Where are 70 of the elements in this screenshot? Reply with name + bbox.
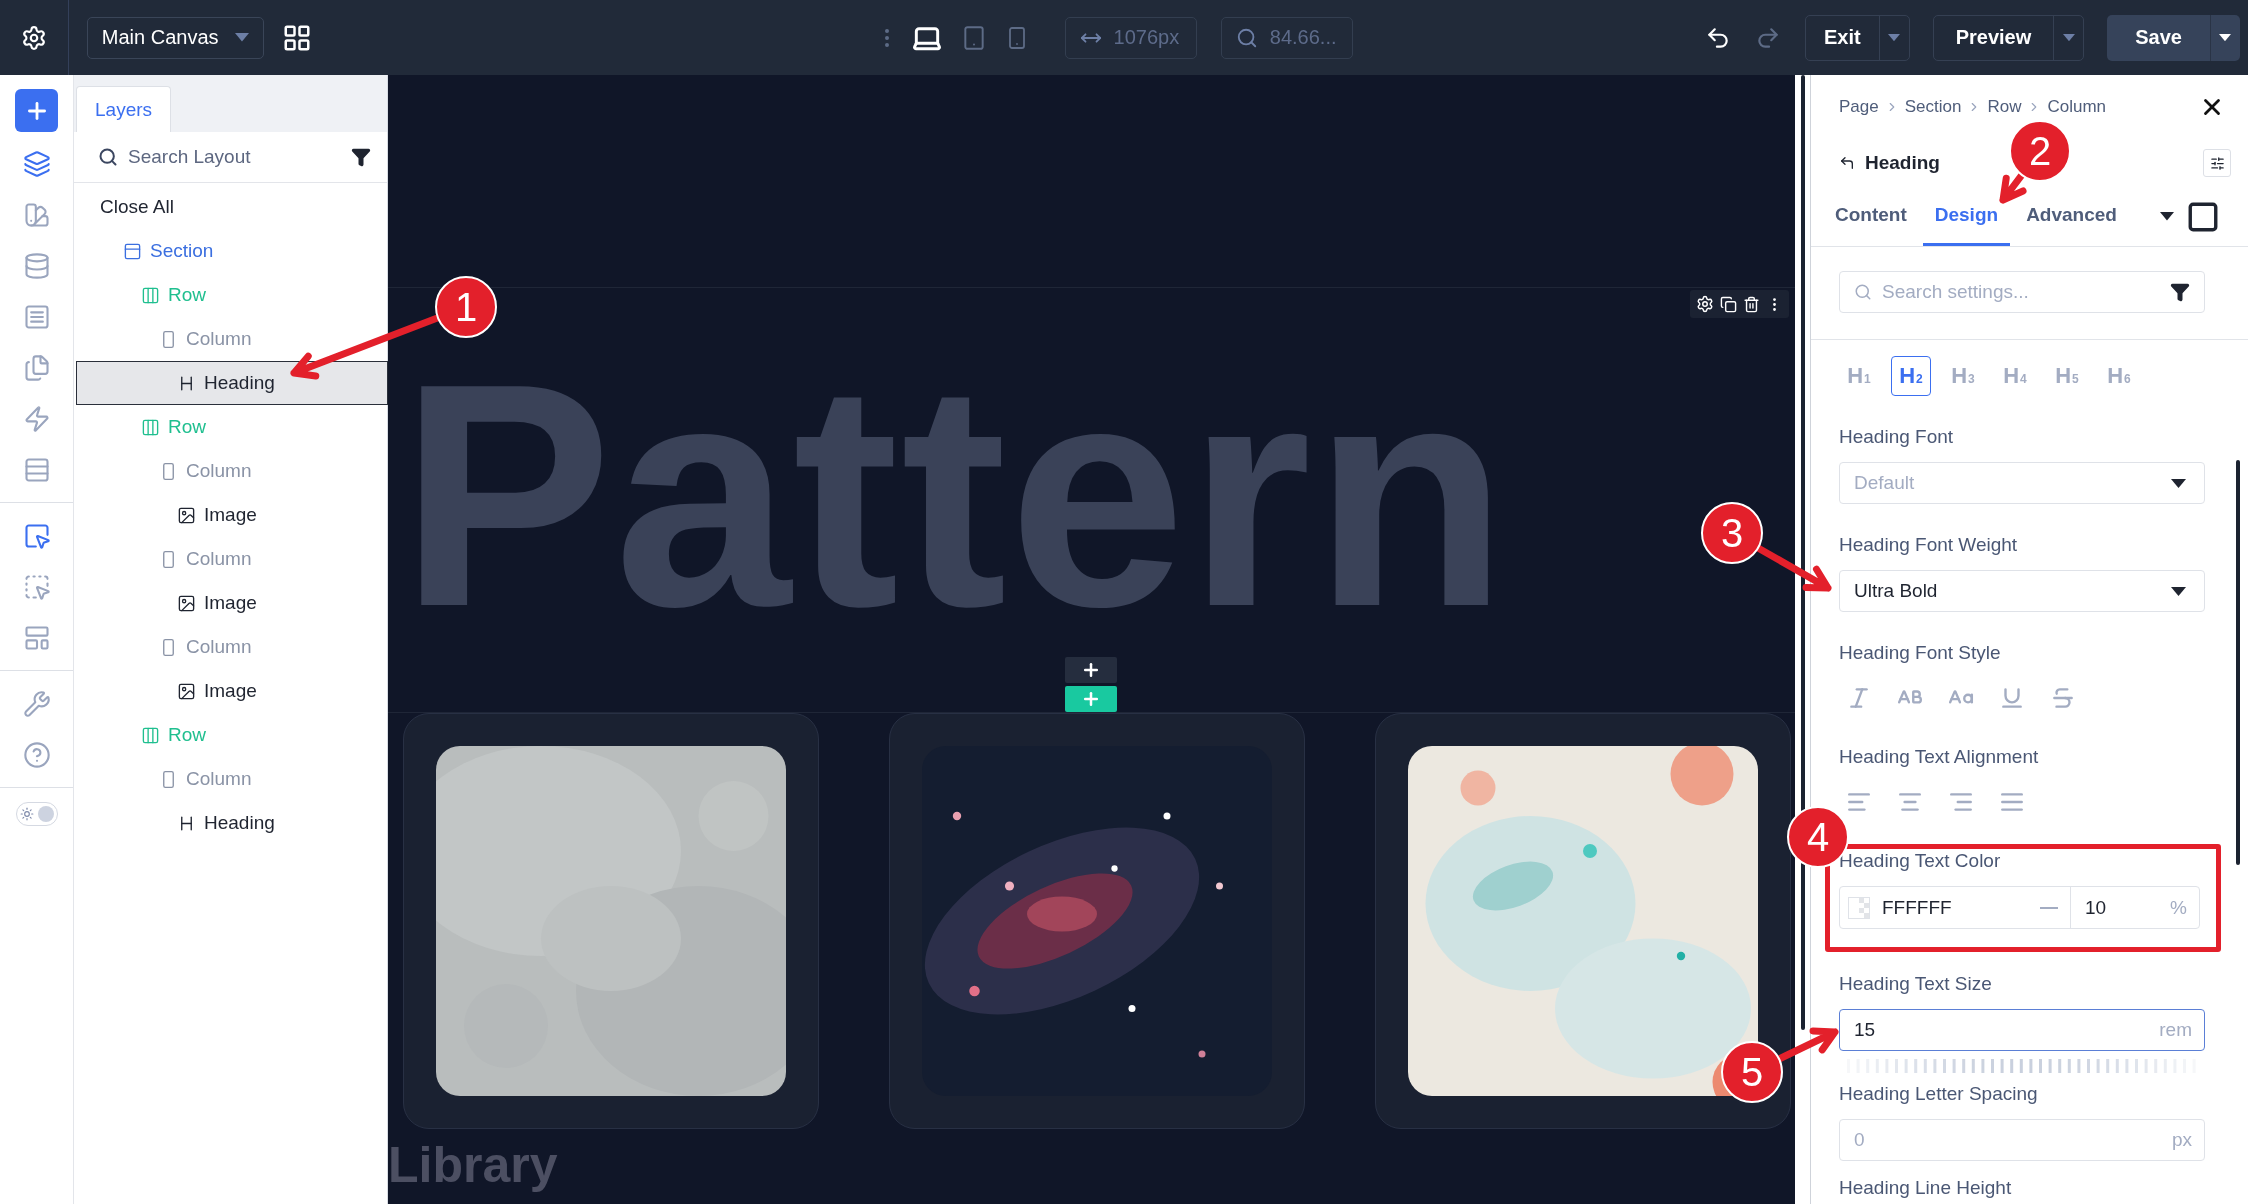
settings-tab[interactable]: Content [1823, 187, 1919, 246]
select-field[interactable]: Ultra Bold [1839, 570, 2205, 612]
field-label: Heading Font Weight [1839, 534, 2019, 556]
layer-item[interactable]: Image [74, 669, 387, 713]
unit-label: px [2171, 1129, 2192, 1151]
breadcrumb-link[interactable]: Column [2047, 97, 2106, 117]
presets-button[interactable] [2203, 149, 2231, 177]
field-label: Heading Font [1839, 426, 1955, 448]
search-icon [1854, 283, 1872, 301]
field-label: Heading Letter Spacing [1839, 1083, 2039, 1105]
add-element-button[interactable] [1065, 657, 1117, 683]
caret-icon [2160, 212, 2174, 221]
columns-icon [141, 725, 160, 745]
canvas-select[interactable]: Main Canvas [86, 16, 264, 59]
transparency-swatch[interactable] [1848, 896, 1870, 919]
layer-item[interactable]: Image [74, 581, 387, 625]
scrollbar-thumb[interactable] [1801, 75, 1805, 1030]
scrollbar-thumb[interactable] [2236, 460, 2240, 865]
caret-icon [2171, 586, 2186, 596]
caret-icon [2219, 33, 2232, 42]
layers-tab[interactable]: Layers [76, 86, 172, 132]
caret-icon [2171, 478, 2186, 488]
caret-icon [234, 33, 249, 42]
sliders-icon [2209, 155, 2225, 171]
settings-search-field[interactable]: Search settings... [1839, 271, 2205, 313]
image-icon [177, 593, 196, 613]
opacity-input[interactable]: 10 [2085, 896, 2171, 919]
caret-icon [1888, 33, 1901, 42]
layer-item[interactable]: Image [74, 493, 387, 537]
number-input[interactable]: 15 [1854, 1019, 2160, 1041]
element-title: Heading [1865, 152, 1940, 174]
close-all-link[interactable]: Close All [74, 185, 387, 229]
plus-icon [1081, 660, 1101, 680]
dash-icon [2040, 906, 2058, 909]
search-icon [1235, 26, 1258, 49]
add-button[interactable] [15, 89, 58, 132]
back-icon[interactable] [1839, 155, 1855, 171]
unit-label: rem [2159, 1019, 2192, 1041]
layer-item[interactable]: Heading [76, 361, 388, 405]
number-input[interactable]: 0 [1854, 1129, 2172, 1151]
sun-icon [19, 807, 34, 821]
settings-tab[interactable]: Advanced [2014, 187, 2129, 246]
number-field[interactable]: 15 rem [1839, 1009, 2205, 1051]
field-label: Heading Font Style [1839, 642, 2002, 664]
unit-label: % [2170, 896, 2187, 919]
breadcrumb-link[interactable]: Section [1904, 97, 1962, 117]
layer-item[interactable]: Heading [74, 801, 387, 845]
copy-icon[interactable] [1720, 295, 1737, 313]
section-heading: Library [388, 1136, 558, 1194]
breadcrumb-link[interactable]: Row [1987, 97, 2022, 117]
trash-icon[interactable] [1743, 295, 1760, 313]
plus-icon [1081, 689, 1101, 709]
filter-icon[interactable] [351, 147, 371, 167]
filter-icon[interactable] [2170, 282, 2190, 302]
settings-tab[interactable]: Design [1922, 187, 2011, 246]
theme-toggle[interactable] [15, 802, 58, 826]
field-label: Heading Text Size [1839, 973, 1993, 995]
hex-input[interactable]: FFFFFF [1882, 896, 2028, 919]
section-icon [123, 241, 142, 261]
search-icon [98, 147, 118, 167]
columns-icon [141, 417, 160, 437]
image-icon [177, 505, 196, 525]
search-input[interactable]: Search settings... [1882, 281, 2160, 303]
columns-icon [141, 285, 160, 305]
layer-item[interactable]: Section [74, 229, 387, 273]
image-icon [177, 681, 196, 701]
breadcrumb-link[interactable]: Page [1839, 97, 1879, 117]
field-label: Heading Text Alignment [1839, 746, 2040, 768]
caret-icon [2062, 33, 2075, 42]
field-label: Heading Line Height [1839, 1177, 2013, 1199]
